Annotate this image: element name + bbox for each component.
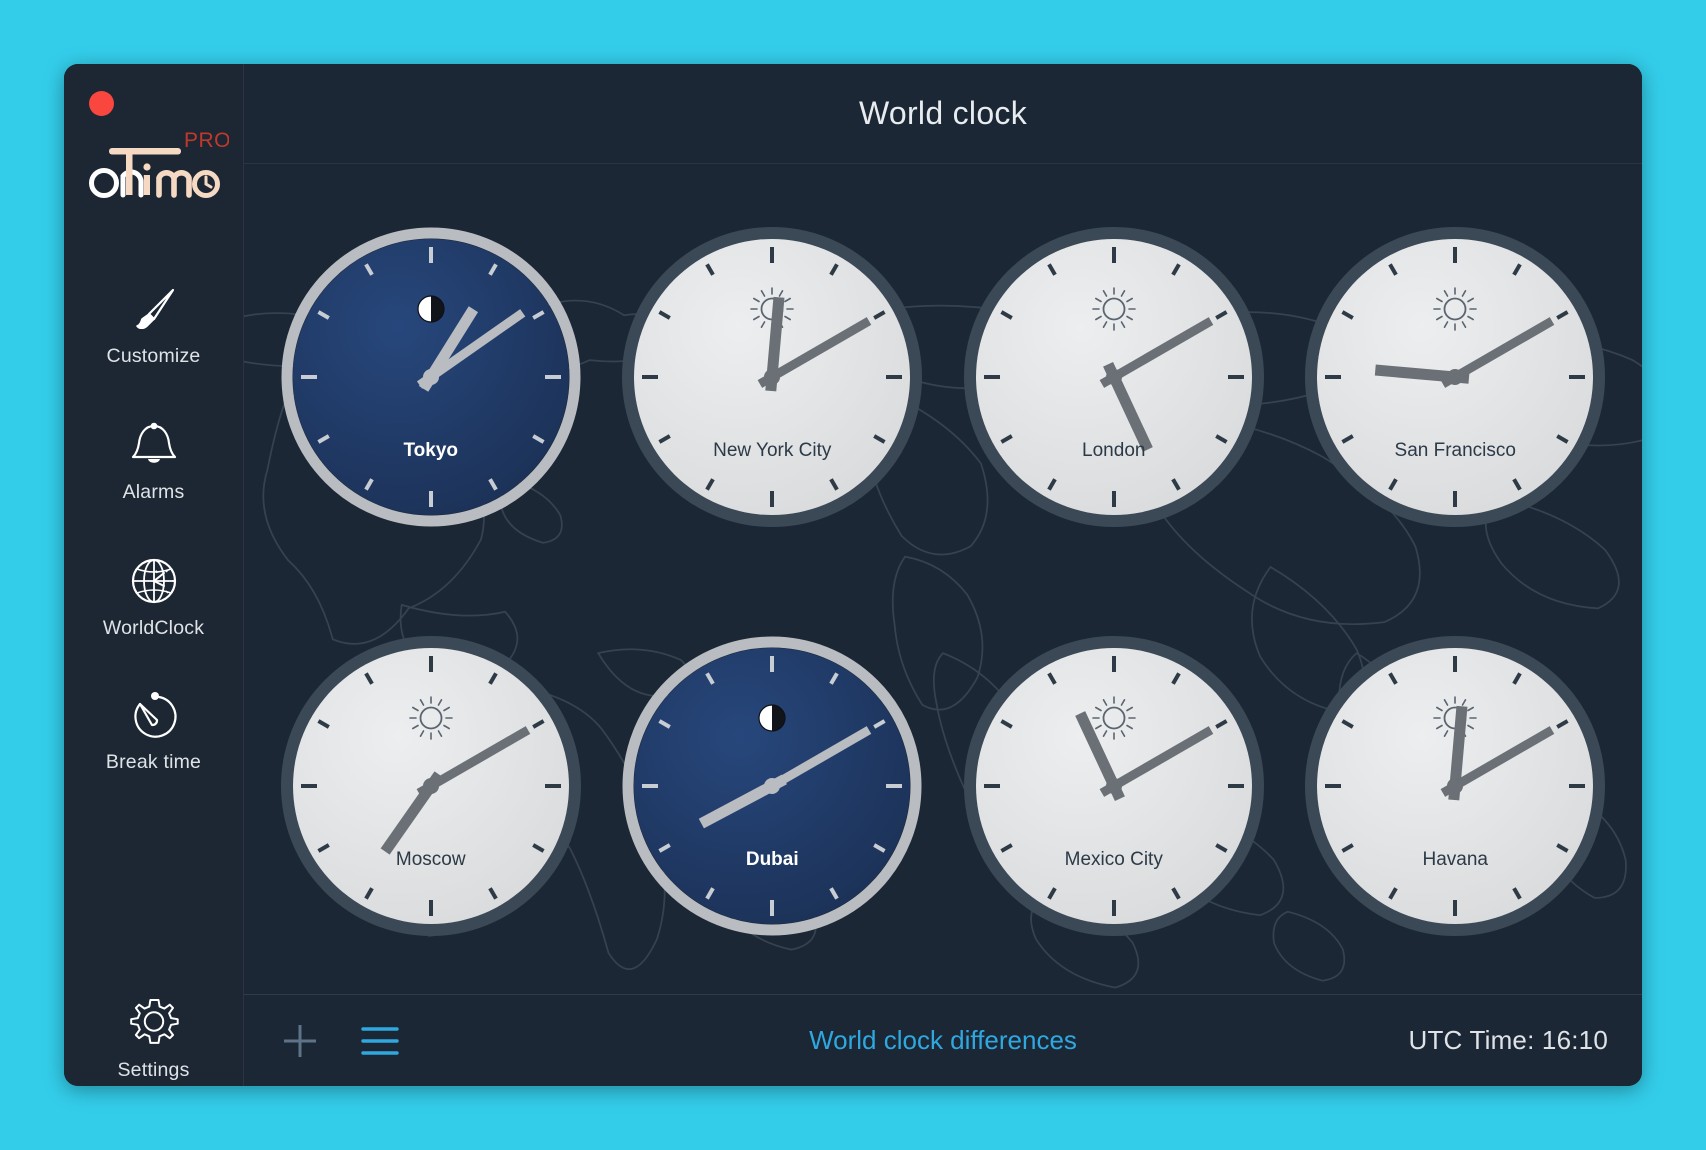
clock-havana[interactable]: Havana — [1305, 635, 1606, 936]
sidebar-item-customize[interactable]: Customize — [64, 280, 243, 368]
sidebar-item-label: Break time — [105, 751, 202, 773]
app-logo: PRO — [64, 126, 243, 204]
clock-cell: Dubai — [602, 581, 944, 990]
add-clock-button[interactable] — [278, 1019, 322, 1063]
clock-cell: London — [943, 172, 1285, 581]
clock-grid: Tokyo New York City London San Francisco Mos… — [244, 164, 1642, 994]
sidebar-item-break-time[interactable]: Break time — [64, 686, 243, 774]
moon-icon — [758, 703, 786, 732]
clock-area: Tokyo New York City London San Francisco Mos… — [244, 164, 1642, 994]
clock-new-york-city[interactable]: New York City — [622, 226, 923, 527]
clock-cell: Tokyo — [260, 172, 602, 581]
gear-icon — [64, 994, 243, 1052]
clock-cell: Mexico City — [943, 581, 1285, 990]
title-bar: World clock — [244, 64, 1642, 164]
sidebar-item-label: WorldClock — [102, 617, 205, 639]
sidebar-item-label: Customize — [106, 345, 201, 367]
page-title: World clock — [858, 95, 1028, 131]
clock-face — [963, 635, 1264, 936]
sidebar-item-label: Alarms — [122, 481, 185, 503]
clock-cell: San Francisco — [1285, 172, 1627, 581]
clock-face — [622, 226, 923, 527]
sidebar-item-alarms[interactable]: Alarms — [64, 416, 243, 504]
clock-cell: Moscow — [260, 581, 602, 990]
paintbrush-icon — [64, 280, 243, 338]
clock-face — [1305, 226, 1606, 527]
clock-face — [1305, 635, 1606, 936]
utc-time-label: UTC Time: 16:10 — [1408, 1025, 1608, 1055]
clock-dubai[interactable]: Dubai — [622, 636, 922, 936]
plus-icon — [284, 1024, 316, 1057]
list-view-button[interactable] — [358, 1021, 402, 1061]
svg-text:PRO: PRO — [184, 129, 229, 152]
clock-face — [963, 226, 1264, 527]
clock-mexico-city[interactable]: Mexico City — [963, 635, 1264, 936]
clock-face — [622, 636, 922, 935]
world-clock-differences-link[interactable]: World clock differences — [809, 1025, 1077, 1055]
clock-tokyo[interactable]: Tokyo — [281, 227, 581, 527]
clock-san-francisco[interactable]: San Francisco — [1305, 226, 1606, 527]
clock-face — [281, 227, 581, 526]
sidebar-item-settings[interactable]: Settings — [64, 994, 243, 1082]
stopwatch-icon — [64, 686, 243, 744]
clock-cell: Havana — [1285, 581, 1627, 990]
clock-face — [280, 635, 581, 936]
main-panel: World clock Tokyo New York City London S… — [244, 64, 1642, 1086]
hamburger-menu-icon — [361, 1026, 399, 1055]
globe-clock-icon — [64, 552, 243, 610]
sidebar-item-worldclock[interactable]: WorldClock — [64, 552, 243, 640]
footer-actions — [278, 1019, 402, 1063]
clock-moscow[interactable]: Moscow — [280, 635, 581, 936]
close-button[interactable] — [89, 91, 114, 116]
bell-icon — [64, 416, 243, 474]
clock-london[interactable]: London — [963, 226, 1264, 527]
clock-cell: New York City — [602, 172, 944, 581]
logo-ontime-pro-icon: PRO — [88, 129, 229, 198]
sidebar-item-label: Settings — [117, 1059, 190, 1081]
moon-icon — [417, 294, 445, 323]
footer-bar: World clock differences UTC Time: 16:10 — [244, 994, 1642, 1086]
app-window: PRO Customize Alarms WorldClock Break ti… — [64, 64, 1642, 1086]
sidebar: PRO Customize Alarms WorldClock Break ti… — [64, 64, 244, 1086]
